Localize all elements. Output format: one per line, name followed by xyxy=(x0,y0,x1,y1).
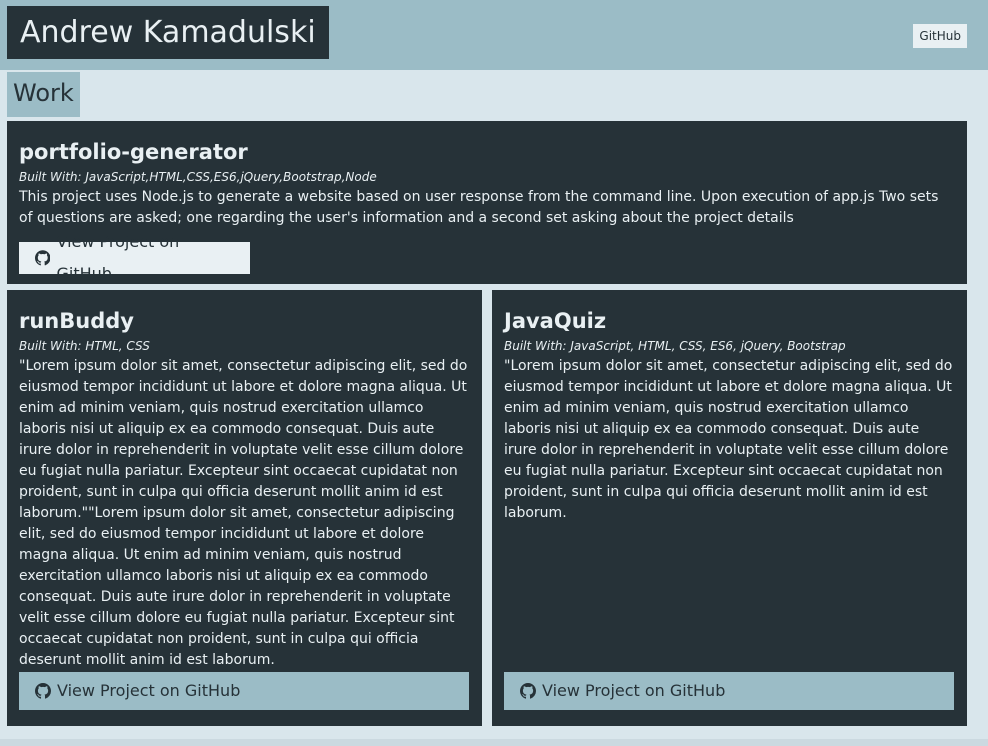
github-nav-link[interactable]: GitHub xyxy=(913,24,967,48)
view-project-button[interactable]: View Project on GitHub xyxy=(19,232,250,283)
github-icon xyxy=(520,683,536,699)
project-card-featured: portfolio-generator Built With: JavaScri… xyxy=(7,121,967,284)
view-project-label: View Project on GitHub xyxy=(542,681,726,700)
project-title: portfolio-generator xyxy=(19,140,248,164)
project-description: "Lorem ipsum dolor sit amet, consectetur… xyxy=(19,358,468,668)
site-owner-name: Andrew Kamadulski xyxy=(7,6,329,59)
section-title: Work xyxy=(7,72,80,117)
view-project-button[interactable]: View Project on GitHub xyxy=(504,672,954,710)
project-title: runBuddy xyxy=(19,309,134,333)
github-icon xyxy=(35,250,51,266)
view-project-label: View Project on GitHub xyxy=(57,681,241,700)
project-built-with: Built With: JavaScript,HTML,CSS,ES6,jQue… xyxy=(19,170,377,184)
page-footer-strip xyxy=(0,739,988,746)
view-project-button[interactable]: View Project on GitHub xyxy=(19,672,469,710)
project-description: This project uses Node.js to generate a … xyxy=(19,189,939,226)
project-card-javaquiz: JavaQuiz Built With: JavaScript, HTML, C… xyxy=(492,290,967,726)
view-project-label: View Project on GitHub xyxy=(56,232,180,283)
project-description: "Lorem ipsum dolor sit amet, consectetur… xyxy=(504,358,953,521)
project-built-with: Built With: HTML, CSS xyxy=(19,339,150,353)
github-icon xyxy=(35,683,51,699)
project-title: JavaQuiz xyxy=(504,309,607,333)
project-built-with: Built With: JavaScript, HTML, CSS, ES6, … xyxy=(504,339,846,353)
project-card-runbuddy: runBuddy Built With: HTML, CSS "Lorem ip… xyxy=(7,290,482,726)
site-header: Andrew Kamadulski GitHub xyxy=(0,0,988,70)
